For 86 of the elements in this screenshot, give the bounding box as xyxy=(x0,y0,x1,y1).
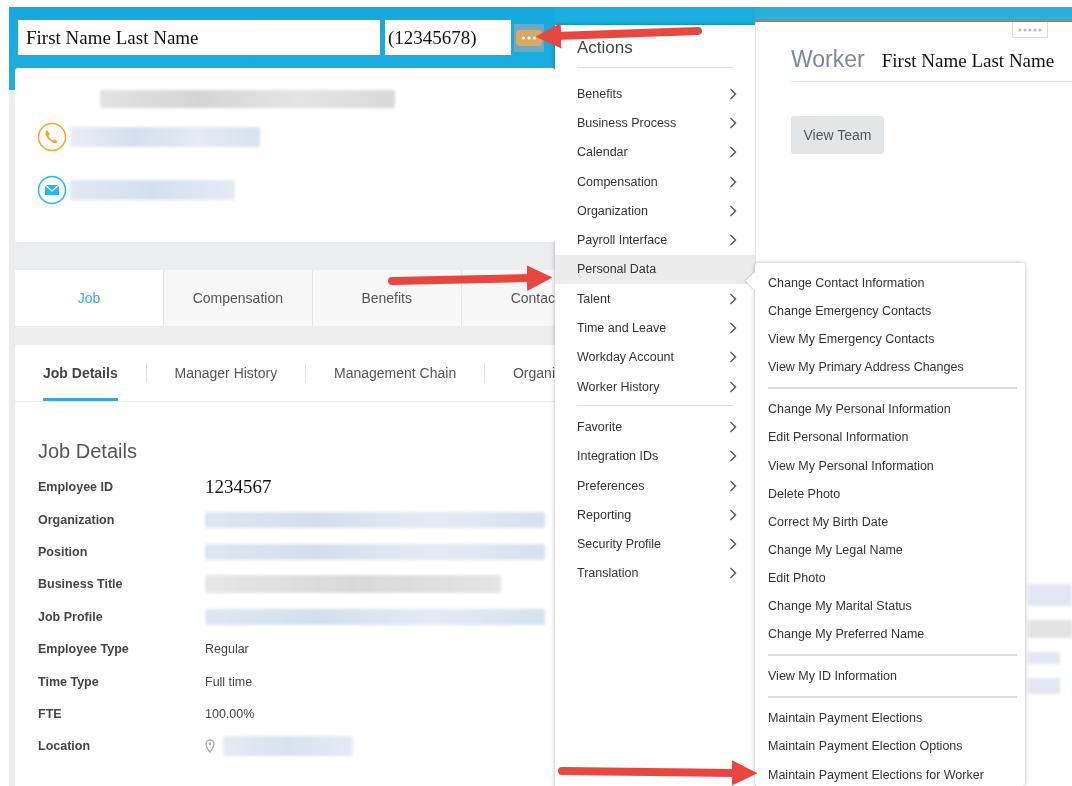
menu-item[interactable]: Delete Photo xyxy=(768,479,1017,508)
chevron-right-icon xyxy=(729,292,737,305)
field-value: 1234567 xyxy=(205,476,272,499)
field-label: Employee ID xyxy=(38,480,115,495)
chevron-right-icon xyxy=(729,204,737,217)
chevron-right-icon xyxy=(729,322,737,334)
chevron-right-icon xyxy=(729,380,737,393)
menu-item[interactable]: View My Emergency Contacts xyxy=(768,325,1017,354)
menu-item[interactable]: Organization xyxy=(555,196,755,226)
subtab[interactable]: Management Chain xyxy=(334,345,457,401)
blurred-text xyxy=(1028,584,1072,606)
employee-number: (12345678) xyxy=(385,20,511,55)
chevron-right-icon xyxy=(729,479,737,492)
name-label: First Name Last Name xyxy=(18,20,380,55)
menu-item[interactable]: Calendar xyxy=(555,137,755,167)
dots-icon xyxy=(1017,27,1043,32)
menu-item[interactable]: Payroll Interface xyxy=(555,225,755,255)
tab[interactable]: Compensation xyxy=(163,270,313,326)
field-label: Position xyxy=(38,544,89,559)
menu-item[interactable]: Correct My Birth Date xyxy=(768,507,1017,536)
menu-item[interactable]: Time and Leave xyxy=(555,313,755,343)
chevron-right-icon xyxy=(729,146,737,159)
menu-item[interactable]: Compensation xyxy=(555,166,755,197)
field-label: Employee Type xyxy=(38,642,130,657)
field-value: Full time xyxy=(205,674,253,689)
menu-item[interactable]: Integration IDs xyxy=(555,441,755,471)
section-heading: Job Details xyxy=(38,440,138,463)
drag-handle[interactable] xyxy=(1012,22,1048,38)
worker-name: First Name Last Name xyxy=(881,50,1055,72)
menu-item[interactable]: Change My Marital Status xyxy=(768,592,1017,621)
field-label: FTE xyxy=(38,706,63,721)
field-value: Regular xyxy=(205,642,249,657)
chevron-right-icon xyxy=(729,420,737,433)
menu-item[interactable]: Edit Personal Information xyxy=(768,423,1017,452)
view-team-button[interactable]: View Team xyxy=(791,116,884,154)
field-label: Business Title xyxy=(38,577,124,592)
location-pin-icon xyxy=(205,738,215,754)
menu-item[interactable]: Business Process xyxy=(555,108,755,138)
more-button[interactable] xyxy=(514,23,544,52)
menu-item[interactable]: View My ID Information xyxy=(768,662,1017,691)
menu-item[interactable]: Worker History xyxy=(555,371,755,402)
menu-item[interactable]: Change Contact Information xyxy=(768,269,1017,298)
menu-item[interactable]: Edit Photo xyxy=(768,563,1017,593)
subtab[interactable]: Organi xyxy=(513,345,555,401)
menu-item[interactable]: Favorite xyxy=(555,412,755,442)
menu-item[interactable]: Maintain Payment Elections xyxy=(768,704,1017,733)
field-label: Organization xyxy=(38,512,116,527)
chevron-right-icon xyxy=(729,175,737,188)
chevron-right-icon xyxy=(729,351,737,364)
menu-item[interactable]: Personal Data xyxy=(555,254,755,285)
field-label: Time Type xyxy=(38,674,100,689)
ellipsis-icon xyxy=(516,29,542,46)
menu-item[interactable]: Reporting xyxy=(555,500,755,530)
subtab[interactable]: Manager History xyxy=(174,345,278,401)
subtab[interactable]: Job Details xyxy=(43,345,118,401)
menu-item[interactable]: Benefits xyxy=(555,79,755,109)
chevron-right-icon xyxy=(729,116,737,129)
menu-item[interactable]: Maintain Payment Elections for Worker xyxy=(768,760,1017,786)
phone-icon xyxy=(37,122,67,152)
mail-icon xyxy=(37,175,67,205)
menu-item[interactable]: Preferences xyxy=(555,470,755,501)
menu-item[interactable]: View My Primary Address Changes xyxy=(768,353,1017,382)
field-label: Location xyxy=(38,739,92,754)
menu-item[interactable]: View My Personal Information xyxy=(768,451,1017,480)
field-label: Job Profile xyxy=(38,609,104,624)
chevron-right-icon xyxy=(729,567,737,580)
panel-title: Worker xyxy=(791,46,865,73)
chevron-right-icon xyxy=(729,508,737,521)
menu-item[interactable]: Change Emergency Contacts xyxy=(768,297,1017,326)
chevron-right-icon xyxy=(729,450,737,463)
menu-item[interactable]: Change My Personal Information xyxy=(768,395,1017,424)
tab[interactable]: Benefits xyxy=(312,270,462,326)
chevron-right-icon xyxy=(729,87,737,100)
menu-item[interactable]: Change My Preferred Name xyxy=(768,620,1017,649)
menu-item[interactable]: Workday Account xyxy=(555,342,755,372)
blurred-text xyxy=(1028,678,1060,694)
menu-item[interactable]: Change My Legal Name xyxy=(768,535,1017,564)
chevron-right-icon xyxy=(729,538,737,551)
menu-title: Actions xyxy=(577,25,733,68)
field-value: 100.00% xyxy=(205,706,255,721)
menu-item[interactable]: Talent xyxy=(555,284,755,314)
menu-item[interactable]: Security Profile xyxy=(555,529,755,559)
blurred-text xyxy=(1028,652,1060,664)
menu-item[interactable]: Maintain Payment Election Options xyxy=(768,732,1017,761)
chevron-right-icon xyxy=(729,234,737,247)
menu-item[interactable]: Translation xyxy=(555,558,755,589)
